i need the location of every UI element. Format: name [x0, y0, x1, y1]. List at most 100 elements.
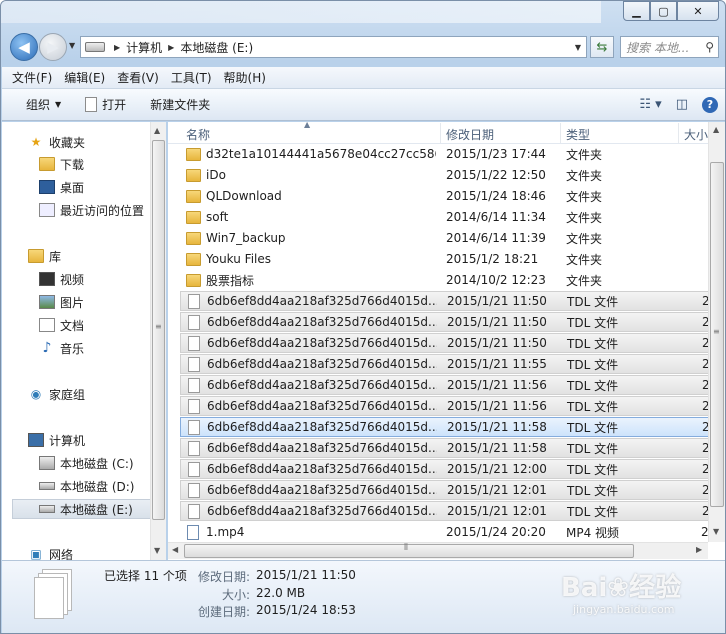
sidebar-item-drive-c[interactable]: 本地磁盘 (C:) [39, 453, 134, 473]
sidebar-computer[interactable]: 计算机 [28, 430, 85, 450]
menu-view[interactable]: 查看(V) [117, 69, 159, 86]
file-row[interactable]: 6db6ef8dd4aa218af325d766d4015d... 2015/1/… [180, 312, 725, 332]
file-row[interactable]: QLDownload 2015/1/24 18:46 文件夹 [180, 186, 725, 206]
file-row[interactable]: 1.mp42015/1/24 20:20MP4 视频22 [180, 522, 725, 542]
file-row[interactable]: d32te1a10144441a5678e04cc27cc586 2015/1/2… [180, 144, 725, 164]
sidebar-item-label: 本地磁盘 (E:) [60, 502, 133, 517]
sidebar-item-desktop[interactable]: 桌面 [39, 177, 84, 197]
column-divider[interactable] [560, 123, 561, 143]
file-row[interactable]: 6db6ef8dd4aa218af325d766d4015d... 2015/1/… [180, 501, 725, 521]
file-row[interactable]: Youku Files 2015/1/2 18:21 文件夹 [180, 249, 725, 269]
computer-icon [28, 433, 44, 447]
file-name: 6db6ef8dd4aa218af325d766d4015d... [207, 420, 437, 434]
refresh-button[interactable]: ⇆ [590, 36, 614, 58]
scroll-right-icon[interactable]: ▶ [696, 545, 702, 554]
preview-pane-icon[interactable]: ◫ [676, 97, 688, 112]
file-row[interactable]: 6db6ef8dd4aa218af325d766d4015d... 2015/1/… [180, 291, 725, 311]
file-date: 2015/1/24 20:20 [446, 525, 546, 539]
sidebar-item-label: 图片 [60, 295, 85, 310]
organize-button[interactable]: 组织 ▼ [26, 96, 61, 113]
file-row[interactable]: 6db6ef8dd4aa218af325d766d4015d... 2015/1/… [180, 354, 725, 374]
file-row[interactable]: 6db6ef8dd4aa218af325d766d4015d... 2015/1/… [180, 396, 725, 416]
minimize-button[interactable]: ▁ [623, 1, 650, 21]
sidebar-item-documents[interactable]: 文档 [39, 315, 84, 335]
file-row[interactable]: 股票指标 2014/10/2 12:23 文件夹 [180, 270, 725, 290]
file-name: iDo [206, 168, 226, 182]
file-row[interactable]: 6db6ef8dd4aa218af325d766d4015d... 2015/1/… [180, 438, 725, 458]
video-icon [39, 272, 55, 286]
open-button[interactable]: 打开 [85, 96, 126, 113]
breadcrumb-separator-icon[interactable]: ▶ [168, 43, 174, 52]
address-bar[interactable]: ▶ 计算机 ▶ 本地磁盘 (E:) ▼ [80, 36, 587, 58]
scroll-left-icon[interactable]: ◀ [172, 545, 178, 554]
file-name: 6db6ef8dd4aa218af325d766d4015d... [207, 378, 437, 392]
sidebar-item-drive-d[interactable]: 本地磁盘 (D:) [39, 476, 134, 496]
file-type: TDL 文件 [567, 504, 619, 519]
scroll-down-icon[interactable]: ▼ [154, 546, 160, 555]
sidebar-favorites[interactable]: ★ 收藏夹 [28, 132, 85, 152]
forward-button[interactable]: ▶ [39, 33, 67, 61]
menu-help[interactable]: 帮助(H) [224, 69, 266, 86]
file-name: 6db6ef8dd4aa218af325d766d4015d... [207, 462, 437, 476]
sidebar-item-drive-e[interactable]: 本地磁盘 (E:) [12, 499, 156, 519]
sidebar-homegroup[interactable]: ◉ 家庭组 [28, 384, 85, 404]
breadcrumb-computer[interactable]: 计算机 [126, 39, 162, 56]
file-type: TDL 文件 [567, 357, 619, 372]
file-name: 6db6ef8dd4aa218af325d766d4015d... [207, 504, 437, 518]
file-row[interactable]: iDo 2015/1/22 12:50 文件夹 [180, 165, 725, 185]
search-placeholder: 搜索 本地... [626, 40, 690, 55]
file-row[interactable]: 6db6ef8dd4aa218af325d766d4015d... 2015/1/… [180, 480, 725, 500]
view-options-icon[interactable]: ☷ ▾ [639, 97, 661, 112]
maximize-button[interactable]: ▢ [650, 1, 677, 21]
column-type[interactable]: 类型 [566, 126, 590, 143]
sidebar-item-recent-places[interactable]: 最近访问的位置 [39, 200, 144, 220]
back-button[interactable]: ◀ [10, 33, 38, 61]
file-row[interactable]: 6db6ef8dd4aa218af325d766d4015d... 2015/1/… [180, 417, 725, 437]
file-icon [188, 440, 200, 456]
sidebar-item-videos[interactable]: 视频 [39, 269, 84, 289]
menu-edit[interactable]: 编辑(E) [64, 69, 105, 86]
file-row[interactable]: 6db6ef8dd4aa218af325d766d4015d... 2015/1/… [180, 459, 725, 479]
file-type: TDL 文件 [567, 294, 619, 309]
sidebar-item-label: 下载 [60, 157, 85, 172]
search-icon[interactable]: ⚲ [705, 40, 714, 54]
horizontal-scrollbar[interactable]: ◀ ⦀ ▶ [168, 542, 708, 559]
help-icon[interactable]: ? [702, 96, 718, 113]
close-button[interactable]: ✕ [677, 1, 719, 21]
sidebar-item-downloads[interactable]: 下载 [39, 154, 84, 174]
sidebar-network[interactable]: ▣ 网络 [28, 544, 73, 560]
navigation-scrollbar[interactable]: ▲ ≡ ▼ [150, 122, 166, 560]
folder-icon [186, 231, 201, 245]
menu-file[interactable]: 文件(F) [12, 69, 52, 86]
file-date: 2015/1/22 12:50 [446, 168, 546, 182]
scrollbar-thumb[interactable] [184, 544, 634, 558]
address-dropdown-icon[interactable]: ▼ [570, 43, 586, 52]
scroll-up-icon[interactable]: ▲ [713, 125, 719, 134]
file-name: 1.mp4 [206, 525, 245, 539]
file-icon [188, 482, 200, 498]
file-type: TDL 文件 [567, 462, 619, 477]
column-size[interactable]: 大小 [684, 126, 708, 143]
menu-tools[interactable]: 工具(T) [171, 69, 212, 86]
column-divider[interactable] [678, 123, 679, 143]
scroll-down-icon[interactable]: ▼ [713, 527, 719, 536]
file-row[interactable]: 6db6ef8dd4aa218af325d766d4015d... 2015/1/… [180, 333, 725, 353]
file-row[interactable]: soft 2014/6/14 11:34 文件夹 [180, 207, 725, 227]
recent-pages-dropdown-icon[interactable]: ▼ [69, 41, 75, 50]
column-name[interactable]: 名称 [186, 126, 210, 143]
new-folder-button[interactable]: 新建文件夹 [150, 96, 210, 113]
search-input[interactable]: 搜索 本地... ⚲ [620, 36, 719, 58]
file-row[interactable]: Win7_backup 2014/6/14 11:39 文件夹 [180, 228, 725, 248]
column-divider[interactable] [440, 123, 441, 143]
file-list-scrollbar[interactable]: ▲ ≡ ▼ [708, 122, 725, 542]
sidebar-item-music[interactable]: ♪ 音乐 [39, 338, 84, 358]
breadcrumb-separator-icon[interactable]: ▶ [114, 43, 120, 52]
file-icon [188, 377, 200, 393]
sidebar-libraries[interactable]: 库 [28, 246, 61, 266]
file-row[interactable]: 6db6ef8dd4aa218af325d766d4015d... 2015/1/… [180, 375, 725, 395]
column-date[interactable]: 修改日期 [446, 126, 494, 143]
breadcrumb-drive-e[interactable]: 本地磁盘 (E:) [180, 39, 253, 56]
sidebar-item-pictures[interactable]: 图片 [39, 292, 84, 312]
scroll-up-icon[interactable]: ▲ [154, 126, 160, 135]
file-name: QLDownload [206, 189, 282, 203]
